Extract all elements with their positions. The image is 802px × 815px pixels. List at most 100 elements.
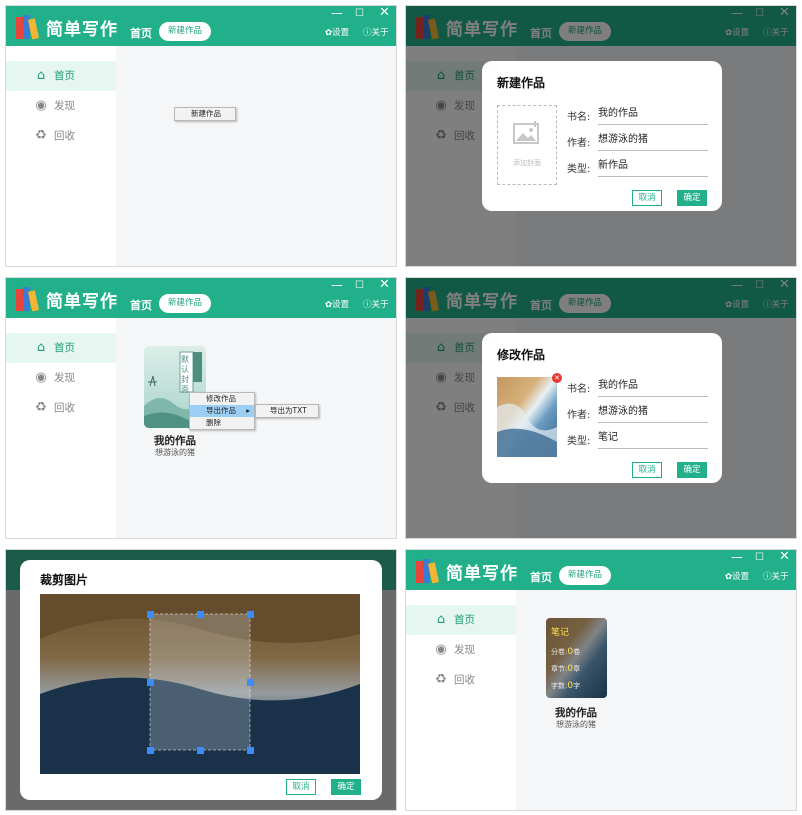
sidebar-item-home[interactable]: ⌂首页 — [406, 605, 516, 635]
sidebar-item-home[interactable]: ⌂首页 — [6, 333, 116, 363]
crop-handle-n[interactable] — [197, 611, 204, 618]
crop-dialog: 裁剪图片 取消 确定 — [20, 560, 382, 800]
cancel-button[interactable]: 取消 — [286, 779, 316, 795]
book-author: 想游泳的猪 — [556, 720, 596, 729]
cover-image[interactable] — [497, 377, 557, 457]
title-bar: 简单写作 首页 新建作品 ✿设置 ⓘ关于 — ☐ ✕ — [406, 550, 796, 590]
about-button[interactable]: ⓘ关于 — [363, 26, 389, 38]
type-input[interactable]: 新作品 — [598, 159, 708, 177]
menu-delete[interactable]: 删除 — [190, 417, 254, 429]
sidebar-item-discover[interactable]: ◉发现 — [406, 635, 516, 665]
sidebar: ⌂首页 ◉发现 ♻回收 — [406, 590, 516, 810]
panel-home-empty: 简单写作 首页 新建作品 ✿设置 ⓘ关于 — ☐ ✕ ⌂ 首页 ◉ 发现 ♻ 回收 新… — [5, 5, 397, 267]
info-icon: ⓘ — [363, 300, 372, 310]
book-card[interactable]: 笔记 分卷:0卷 章节:0章 字数:0字 — [546, 618, 607, 698]
confirm-button[interactable]: 确定 — [331, 779, 361, 795]
recycle-icon: ♻ — [35, 400, 47, 415]
menu-edit-work[interactable]: 修改作品 — [190, 393, 254, 405]
name-label: 书名: — [567, 112, 591, 123]
card-type: 笔记 — [551, 628, 570, 638]
maximize-button[interactable]: ☐ — [755, 552, 764, 564]
nav-home[interactable]: 首页 — [530, 569, 552, 585]
minimize-button[interactable]: — — [731, 551, 743, 563]
settings-button[interactable]: ✿设置 — [325, 298, 349, 310]
app-logo-icon — [16, 15, 39, 40]
crop-handle-e[interactable] — [247, 679, 254, 686]
book-title: 我的作品 — [555, 707, 597, 719]
new-work-button[interactable]: 新建作品 — [559, 566, 611, 585]
sidebar-item-discover[interactable]: ◉发现 — [6, 91, 116, 121]
panel-context-menu: 简单写作 首页 新建作品 ✿设置 ⓘ关于 — ☐ ✕ ⌂ 首页 ◉ 发现 ♻ 回收 默… — [5, 277, 397, 539]
book-title: 我的作品 — [154, 435, 196, 447]
crop-handle-nw[interactable] — [147, 611, 154, 618]
app-logo-icon — [16, 287, 39, 312]
name-input[interactable]: 我的作品 — [598, 379, 708, 397]
cancel-button[interactable]: 取消 — [632, 190, 662, 206]
minimize-button[interactable]: — — [331, 7, 343, 19]
crop-handle-sw[interactable] — [147, 747, 154, 754]
confirm-button[interactable]: 确定 — [677, 462, 707, 478]
new-work-dialog: 新建作品 添加封面 书名: 我的作品 作者: 想游泳的猪 类型: 新作品 取消 … — [482, 61, 722, 211]
maximize-button[interactable]: ☐ — [355, 8, 364, 20]
panel-new-dialog: 简单写作 首页 新建作品 ✿设置 ⓘ关于 — ☐ ✕ ⌂首页 ◉发现 ♻回收 新… — [405, 5, 797, 267]
close-button[interactable]: ✕ — [379, 278, 390, 291]
stat-words: 字数:0字 — [551, 681, 581, 691]
confirm-button[interactable]: 确定 — [677, 190, 707, 206]
sidebar-item-recycle[interactable]: ♻回收 — [6, 121, 116, 151]
info-icon: ⓘ — [363, 28, 372, 38]
add-cover-button[interactable]: 添加封面 — [497, 105, 557, 185]
sidebar: ⌂首页 ◉发现 ♻回收 — [6, 318, 116, 538]
crop-handle-ne[interactable] — [247, 611, 254, 618]
type-label: 类型: — [567, 164, 591, 175]
settings-button[interactable]: ✿设置 — [325, 26, 349, 38]
sidebar-item-recycle[interactable]: ♻回收 — [6, 393, 116, 423]
eye-icon: ◉ — [35, 98, 47, 113]
stat-chapters: 章节:0章 — [551, 664, 581, 674]
about-button[interactable]: ⓘ关于 — [763, 570, 789, 582]
dialog-title: 裁剪图片 — [40, 573, 89, 587]
about-button[interactable]: ⓘ关于 — [363, 298, 389, 310]
panel-crop-dialog: 裁剪图片 取消 确定 — [5, 549, 397, 811]
minimize-button[interactable]: — — [331, 279, 343, 291]
dialog-title: 修改作品 — [497, 348, 546, 362]
close-button[interactable]: ✕ — [379, 6, 390, 19]
image-icon — [513, 121, 539, 144]
card-stats: 分卷:0卷 章节:0章 字数:0字 — [551, 644, 580, 695]
author-input[interactable]: 想游泳的猪 — [598, 405, 708, 423]
name-label: 书名: — [567, 384, 591, 395]
maximize-button[interactable]: ☐ — [355, 280, 364, 292]
settings-button[interactable]: ✿设置 — [725, 570, 749, 582]
crop-handle-se[interactable] — [247, 747, 254, 754]
close-button[interactable]: ✕ — [779, 550, 790, 563]
app-logo-text: 简单写作 — [46, 292, 118, 312]
info-icon: ⓘ — [763, 572, 772, 582]
new-work-button[interactable]: 新建作品 — [159, 22, 211, 41]
name-input[interactable]: 我的作品 — [598, 107, 708, 125]
crop-handle-s[interactable] — [197, 747, 204, 754]
author-label: 作者: — [567, 138, 591, 149]
author-input[interactable]: 想游泳的猪 — [598, 133, 708, 151]
export-submenu: 导出为TXT — [255, 404, 319, 418]
eye-icon: ◉ — [35, 370, 47, 385]
app-logo-icon — [416, 559, 439, 584]
dialog-title: 新建作品 — [497, 76, 546, 90]
title-bar: 简单写作 首页 新建作品 ✿设置 ⓘ关于 — ☐ ✕ — [6, 6, 396, 46]
new-work-button[interactable]: 新建作品 — [159, 294, 211, 313]
menu-export-work[interactable]: 导出作品 ▸ — [190, 405, 254, 417]
sidebar-item-home[interactable]: ⌂首页 — [6, 61, 116, 91]
sidebar-item-discover[interactable]: ◉发现 — [6, 363, 116, 393]
app-logo-text: 简单写作 — [446, 564, 518, 584]
context-new-work[interactable]: 新建作品 — [175, 108, 235, 120]
nav-home[interactable]: 首页 — [130, 25, 152, 41]
cover-title: 默认封面 — [181, 355, 189, 394]
menu-export-txt[interactable]: 导出为TXT — [256, 405, 318, 417]
main-area: 笔记 分卷:0卷 章节:0章 字数:0字 我的作品 想游泳的猪 — [516, 590, 796, 810]
crop-handle-w[interactable] — [147, 679, 154, 686]
title-bar: 简单写作 首页 新建作品 ✿设置 ⓘ关于 — ☐ ✕ — [6, 278, 396, 318]
sidebar-item-recycle[interactable]: ♻回收 — [406, 665, 516, 695]
cancel-button[interactable]: 取消 — [632, 462, 662, 478]
nav-home[interactable]: 首页 — [130, 297, 152, 313]
type-input[interactable]: 笔记 — [598, 431, 708, 449]
context-menu: 修改作品 导出作品 ▸ 删除 — [189, 392, 255, 430]
remove-cover-icon[interactable]: ✕ — [552, 373, 562, 383]
